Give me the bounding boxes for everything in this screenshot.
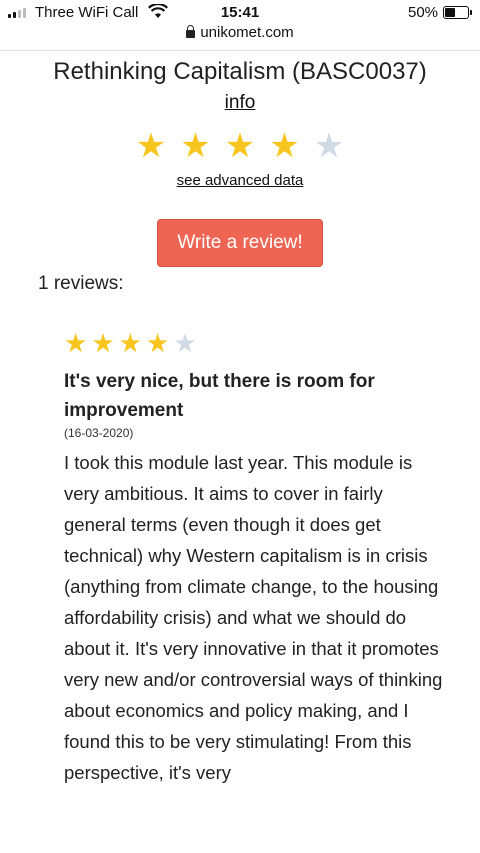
review-body: I took this module last year. This modul… <box>64 452 443 783</box>
divider <box>0 50 480 51</box>
star-filled-icon: ★ <box>135 127 181 165</box>
lock-icon <box>186 25 196 38</box>
status-bar: Three WiFi Call 15:41 50% <box>0 0 480 24</box>
url-domain: unikomet.com <box>200 24 294 41</box>
advanced-data-link[interactable]: see advanced data <box>0 172 480 189</box>
write-review-button[interactable]: Write a review! <box>157 219 323 267</box>
review-date: (16-03-2020) <box>64 426 134 440</box>
star-filled-icon: ★ <box>118 328 146 358</box>
info-link[interactable]: info <box>0 92 480 114</box>
battery-percentage: 50% <box>408 4 439 21</box>
page-title: Rethinking Capitalism (BASC0037) <box>53 58 427 85</box>
review-rating: ★★★★★ <box>64 328 444 359</box>
star-filled-icon: ★ <box>145 328 174 358</box>
star-filled-icon: ★ <box>269 127 314 165</box>
star-filled-icon: ★ <box>64 328 92 358</box>
star-filled-icon: ★ <box>180 127 225 165</box>
battery-icon <box>443 6 472 19</box>
reviews-count: 1 reviews: <box>38 273 124 294</box>
star-empty-icon: ★ <box>173 328 201 358</box>
star-empty-icon: ★ <box>313 127 359 165</box>
review-card: ★★★★★ It's very nice, but there is room … <box>64 328 444 788</box>
overall-rating: ★★★★★ <box>0 126 480 166</box>
review-title: It's very nice, but there is room for im… <box>64 371 375 421</box>
star-filled-icon: ★ <box>224 127 270 165</box>
address-bar[interactable]: unikomet.com <box>0 24 480 48</box>
star-filled-icon: ★ <box>91 328 119 358</box>
